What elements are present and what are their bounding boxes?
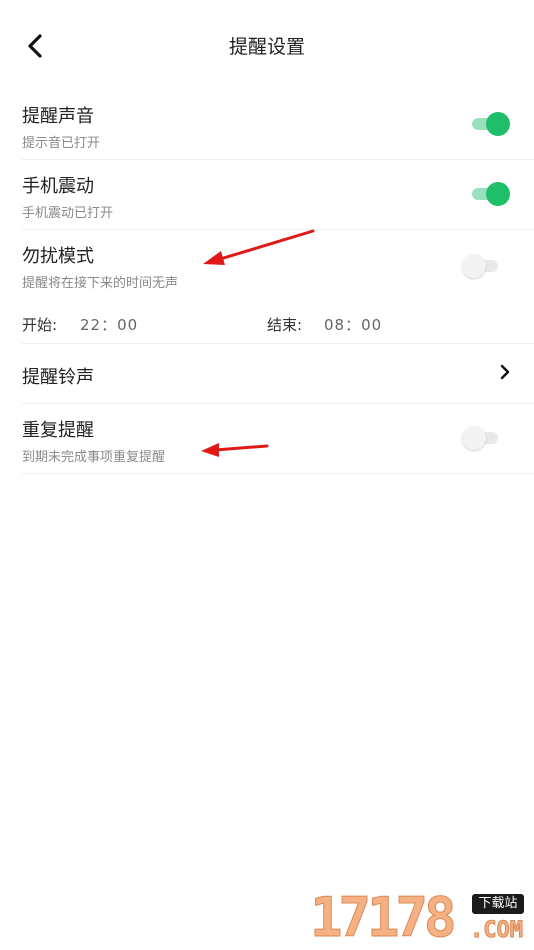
vibrate-toggle[interactable] <box>470 181 510 207</box>
toggle-knob <box>486 182 510 206</box>
setting-row-vibrate: 手机震动 手机震动已打开 <box>22 160 534 230</box>
page-title: 提醒设置 <box>228 36 305 58</box>
setting-title: 提醒声音 <box>22 106 94 127</box>
end-label: 结束: <box>267 316 303 334</box>
setting-title: 勿扰模式 <box>22 246 94 267</box>
setting-subtitle: 到期未完成事项重复提醒 <box>22 450 166 465</box>
setting-row-repeat: 重复提醒 到期未完成事项重复提醒 <box>22 404 534 474</box>
watermark-suffix: .COM <box>470 918 524 944</box>
site-watermark: 17178 下载站 .COM <box>310 886 530 949</box>
toggle-knob <box>462 254 486 278</box>
sound-toggle[interactable] <box>470 111 510 137</box>
start-label: 开始: <box>22 316 58 334</box>
header-bar: 提醒设置 <box>0 0 534 90</box>
setting-row-sound: 提醒声音 提示音已打开 <box>22 90 534 160</box>
dnd-toggle[interactable] <box>462 253 502 279</box>
setting-row-dnd: 勿扰模式 提醒将在接下来的时间无声 <box>22 230 534 302</box>
watermark-badge: 下载站 <box>472 894 524 914</box>
start-time[interactable]: 22：00 <box>80 314 138 335</box>
dnd-time-range: 开始: 22：00 结束: 08：00 <box>22 302 534 344</box>
setting-title: 重复提醒 <box>22 420 94 441</box>
repeat-toggle[interactable] <box>462 425 502 451</box>
watermark-number: 17178 <box>310 886 458 949</box>
setting-subtitle: 提醒将在接下来的时间无声 <box>22 276 179 291</box>
setting-subtitle: 提示音已打开 <box>22 136 101 151</box>
setting-title: 手机震动 <box>22 176 94 197</box>
setting-row-ringtone[interactable]: 提醒铃声 <box>22 344 534 404</box>
chevron-right-icon <box>500 364 510 380</box>
end-time[interactable]: 08：00 <box>324 314 382 335</box>
setting-title: 提醒铃声 <box>22 367 94 388</box>
setting-subtitle: 手机震动已打开 <box>22 206 114 221</box>
toggle-knob <box>486 112 510 136</box>
toggle-knob <box>462 426 486 450</box>
